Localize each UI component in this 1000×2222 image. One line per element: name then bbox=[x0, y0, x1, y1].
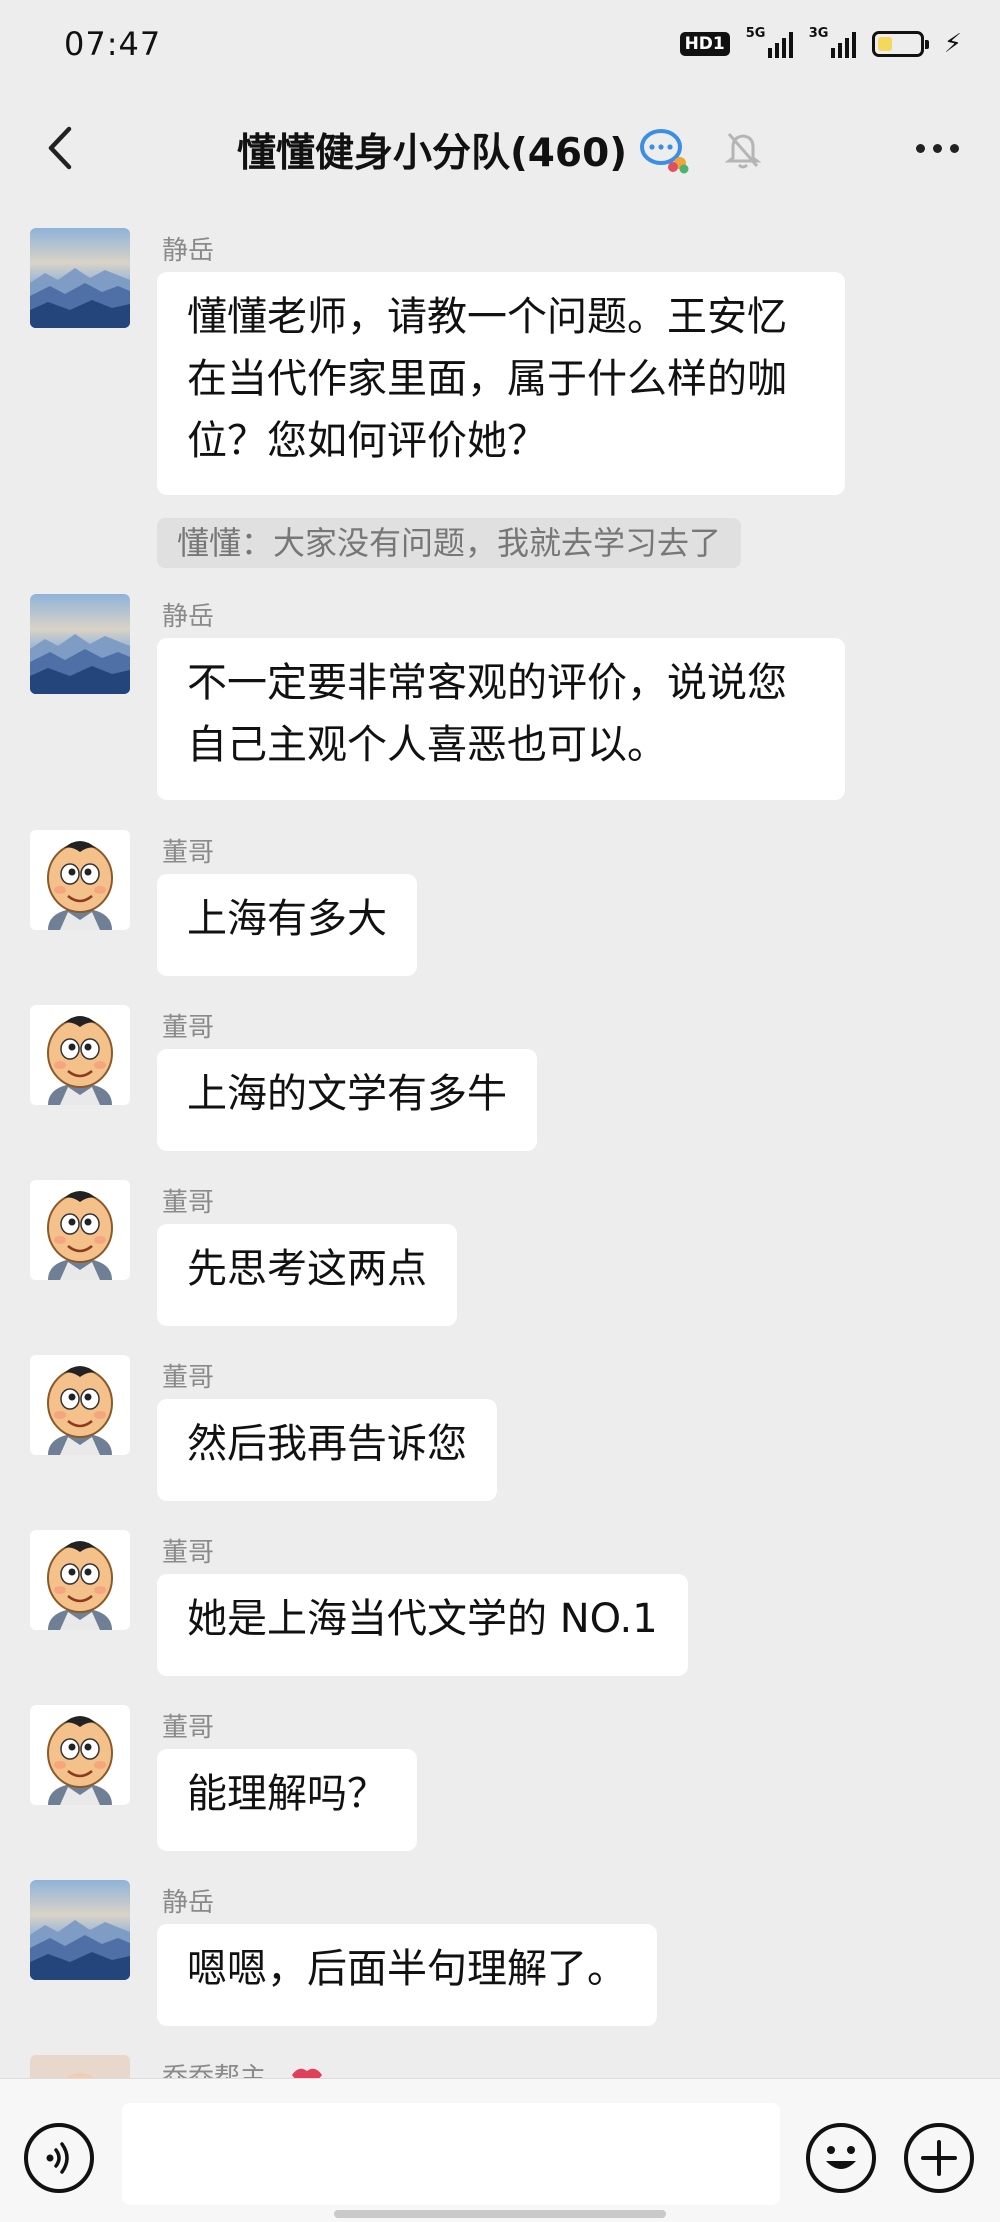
smiley-icon bbox=[826, 2146, 856, 2169]
plus-button[interactable] bbox=[904, 2123, 974, 2193]
message-bubble[interactable]: 先思考这两点 bbox=[157, 1224, 457, 1326]
sender-name: 董哥 bbox=[162, 1713, 215, 1743]
home-indicator[interactable] bbox=[334, 2210, 666, 2218]
battery-level bbox=[877, 37, 892, 51]
status-time: 07:47 bbox=[64, 25, 162, 63]
cartoon-baby-avatar[interactable] bbox=[30, 1355, 130, 1455]
status-icons: HD1 5G 3G ⚡ bbox=[679, 26, 962, 59]
sender-name: 静岳 bbox=[162, 236, 215, 266]
sender-name: 董哥 bbox=[162, 1188, 215, 1218]
hd-badge: HD1 bbox=[679, 32, 730, 56]
sender-name: 静岳 bbox=[162, 1888, 215, 1918]
message-input[interactable] bbox=[122, 2103, 780, 2205]
bolt-icon: ⚡ bbox=[943, 29, 962, 59]
chat-title-area[interactable]: 懂懂健身小分队(460) bbox=[0, 88, 1000, 212]
lips-icon bbox=[292, 2068, 322, 2078]
mountain-avatar[interactable] bbox=[30, 1880, 130, 1980]
group-chat-icon[interactable] bbox=[637, 125, 693, 175]
message-list[interactable]: 静岳 懂懂老师，请教一个问题。王安忆 在当代作家里面，属于什么样的咖 位？您如何… bbox=[0, 212, 1000, 2078]
mountain-avatar[interactable] bbox=[30, 228, 130, 328]
signal-5g-icon: 5G bbox=[746, 26, 793, 58]
person-avatar[interactable] bbox=[30, 2055, 130, 2078]
cartoon-baby-avatar[interactable] bbox=[30, 1530, 130, 1630]
message-bubble[interactable]: 然后我再告诉您 bbox=[157, 1399, 497, 1501]
cartoon-baby-avatar[interactable] bbox=[30, 1705, 130, 1805]
sender-name: 静岳 bbox=[162, 602, 215, 632]
chat-title: 懂懂健身小分队(460) bbox=[236, 131, 628, 176]
input-bar bbox=[0, 2078, 1000, 2222]
emoji-button[interactable] bbox=[806, 2123, 876, 2193]
quote-reply[interactable]: 懂懂：大家没有问题，我就去学习去了 bbox=[157, 518, 742, 568]
battery-icon bbox=[871, 31, 929, 57]
voice-icon bbox=[46, 2142, 69, 2174]
cartoon-baby-avatar[interactable] bbox=[30, 1180, 130, 1280]
cartoon-baby-avatar[interactable] bbox=[30, 830, 130, 930]
sender-name: 董哥 bbox=[162, 1363, 215, 1393]
signal-3g-icon: 3G bbox=[809, 26, 856, 58]
sender-name: 董哥 bbox=[162, 838, 215, 868]
voice-button[interactable] bbox=[24, 2123, 94, 2193]
sender-name: 董哥 bbox=[162, 1013, 215, 1043]
sender-name: 乔乔帮主 bbox=[162, 2063, 267, 2078]
message-bubble[interactable]: 她是上海当代文学的 NO.1 bbox=[157, 1574, 688, 1676]
message-bubble[interactable]: 不一定要非常客观的评价，说说您 自己主观个人喜恶也可以。 bbox=[157, 638, 845, 800]
message-bubble[interactable]: 上海有多大 bbox=[157, 874, 417, 976]
plus-icon bbox=[921, 2140, 957, 2176]
cartoon-baby-avatar[interactable] bbox=[30, 1005, 130, 1105]
bell-off-icon bbox=[724, 133, 762, 169]
nav-bar: 懂懂健身小分队(460) bbox=[0, 88, 1000, 212]
mountain-avatar[interactable] bbox=[30, 594, 130, 694]
message-bubble[interactable]: 上海的文学有多牛 bbox=[157, 1049, 537, 1151]
more-dots-icon[interactable] bbox=[902, 118, 972, 178]
message-bubble[interactable]: 嗯嗯，后面半句理解了。 bbox=[157, 1924, 657, 2026]
message-bubble[interactable]: 能理解吗？ bbox=[157, 1749, 417, 1851]
sender-name: 董哥 bbox=[162, 1538, 215, 1568]
status-bar: 07:47 HD1 5G 3G ⚡ bbox=[0, 0, 1000, 88]
message-bubble[interactable]: 懂懂老师，请教一个问题。王安忆 在当代作家里面，属于什么样的咖 位？您如何评价她… bbox=[157, 272, 845, 495]
